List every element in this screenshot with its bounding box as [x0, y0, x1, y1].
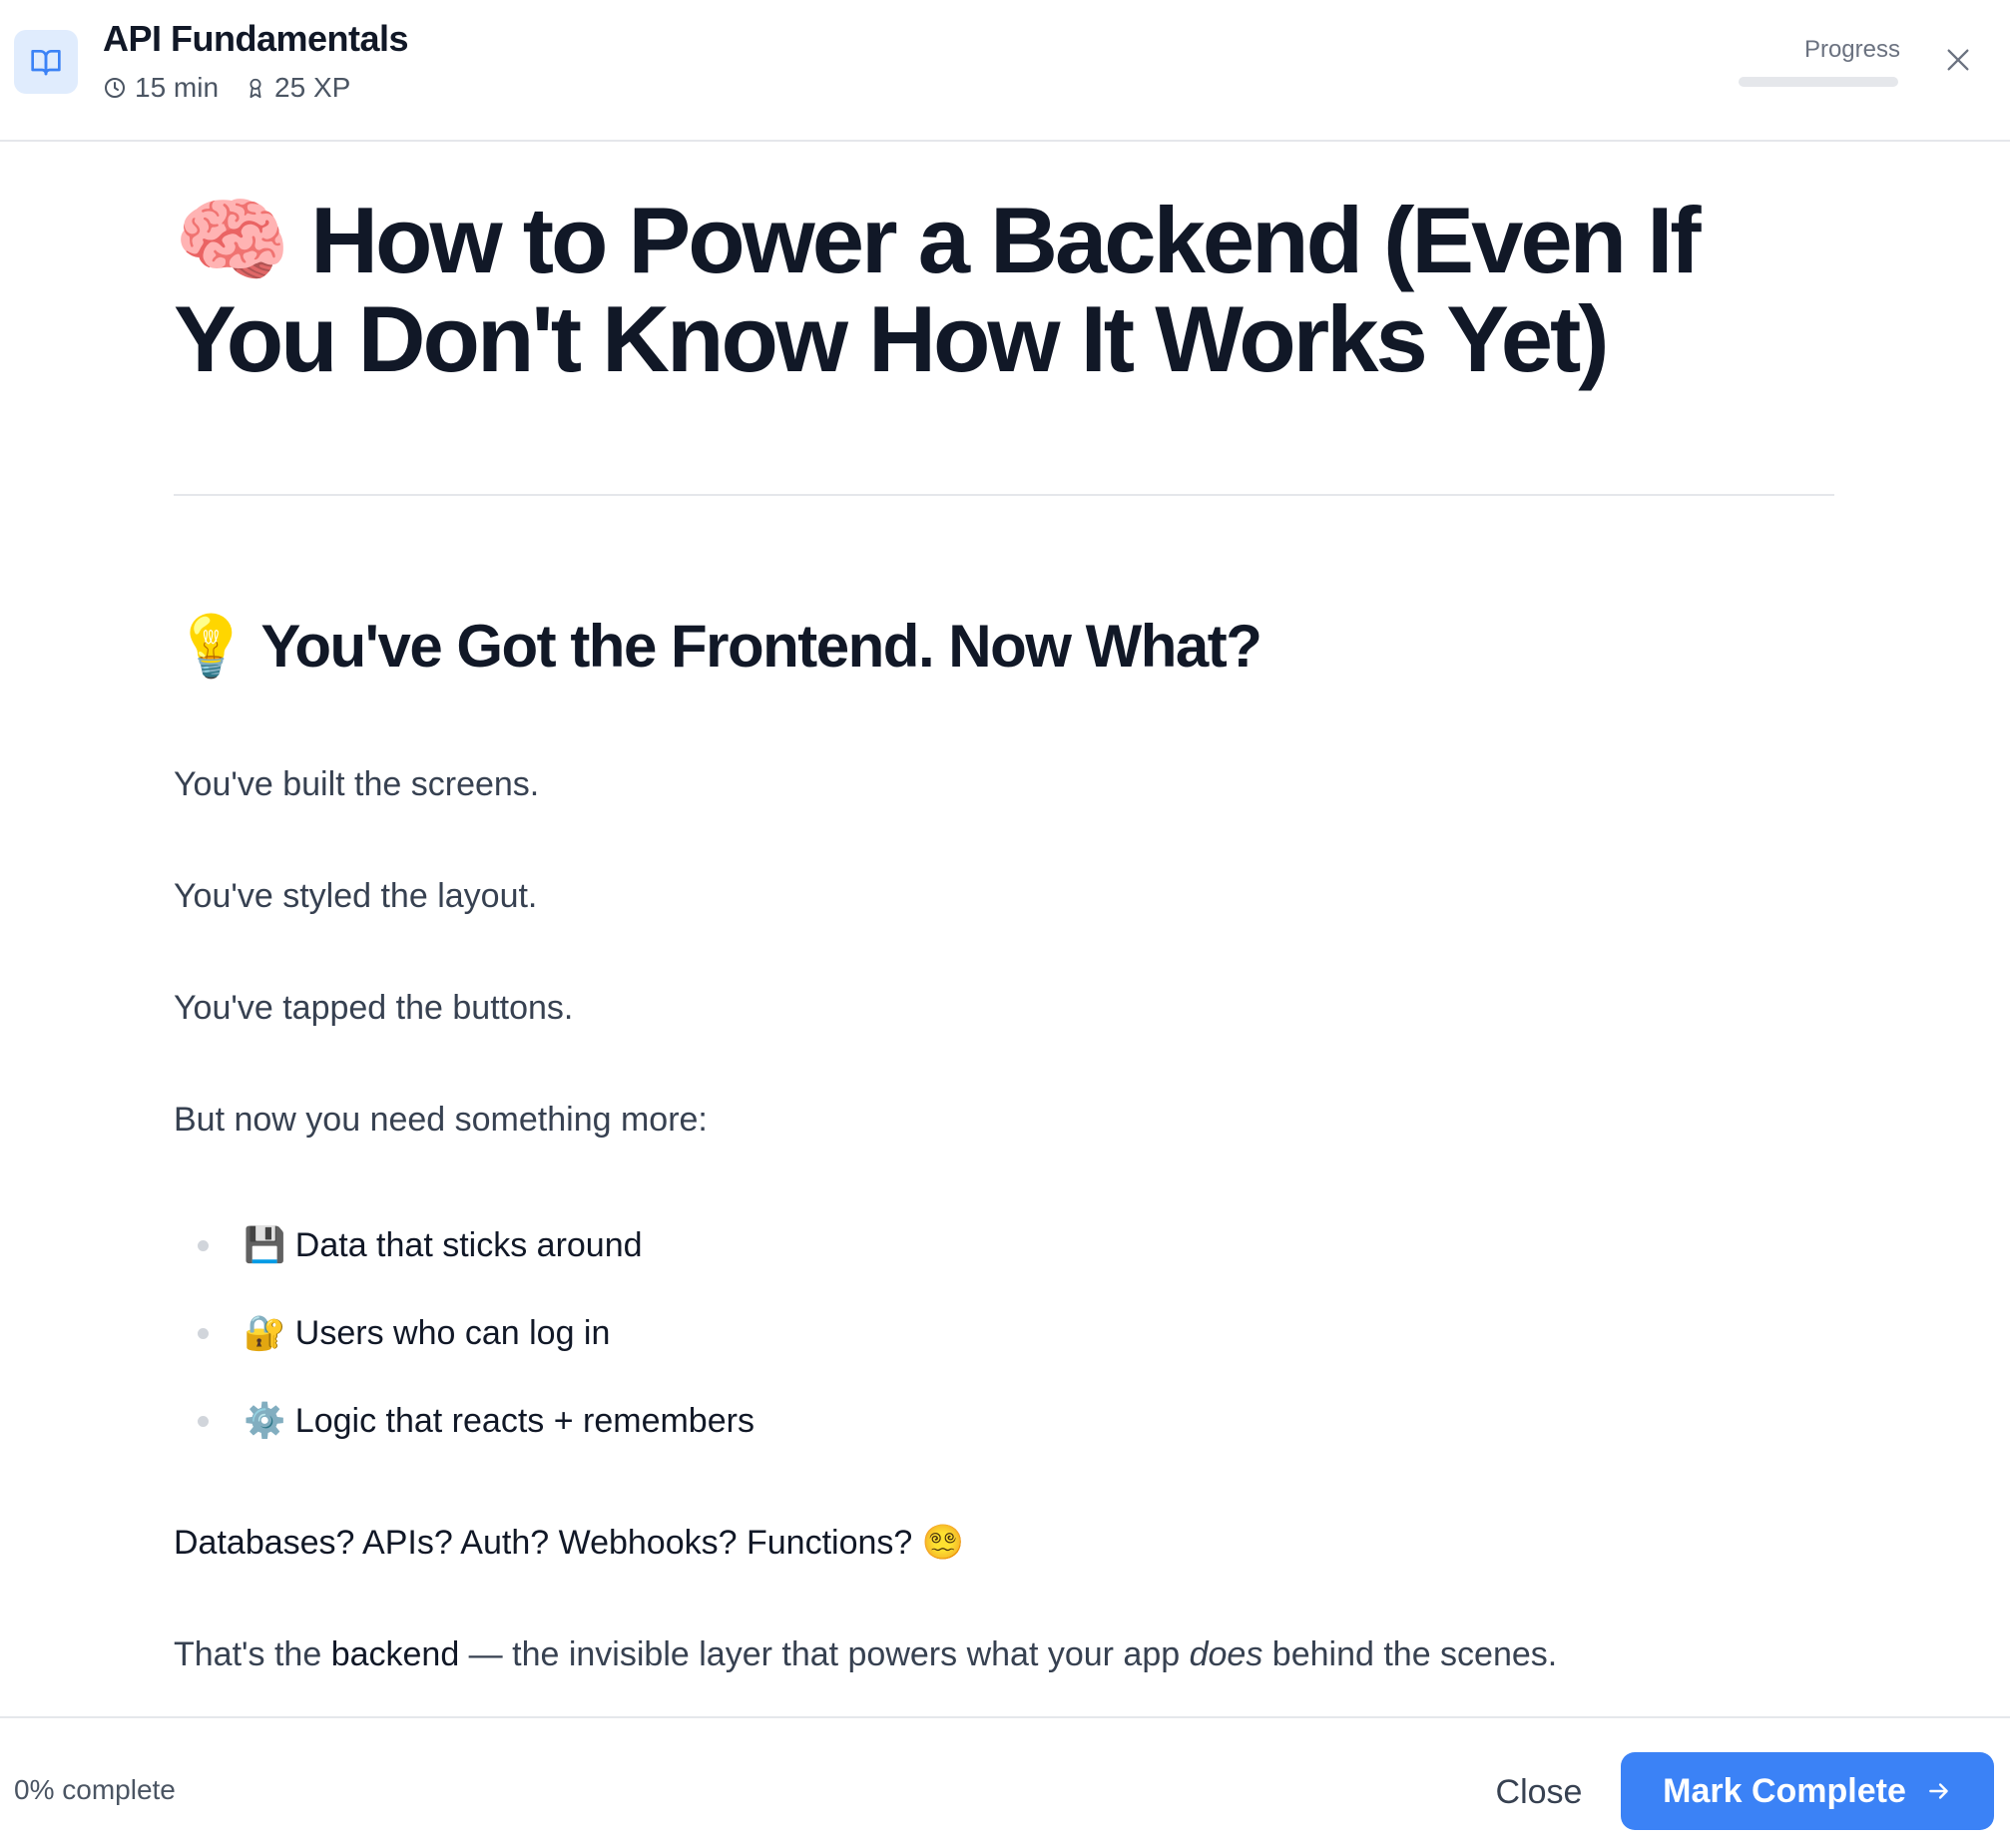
closing-text-start: That's the [174, 1635, 331, 1673]
article-title-text: How to Power a Backend (Even If You Don'… [174, 188, 1702, 391]
award-icon [250, 78, 261, 99]
closing-text-middle: — the invisible layer that powers what y… [459, 1635, 1190, 1673]
closing-text-end: behind the scenes. [1262, 1635, 1558, 1673]
paragraph: But now you need something more: [174, 1101, 708, 1139]
lightbulb-emoji: 💡 [174, 612, 249, 682]
bullet-dot [198, 1328, 209, 1339]
list-item-label: Logic that reacts + remembers [294, 1402, 754, 1440]
progress-bar [1739, 77, 1898, 87]
lock-key-emoji: 🔐 [244, 1313, 286, 1353]
brain-emoji: 🧠 [174, 187, 290, 295]
lesson-header: API Fundamentals 15 min 25 XP Progress [0, 0, 2010, 142]
xp-meta: 25 XP [245, 72, 350, 104]
close-icon [1947, 49, 1969, 71]
list-item-label: Users who can log in [294, 1314, 611, 1352]
arrow-right-icon [1929, 1783, 1948, 1799]
article-title: 🧠 How to Power a Backend (Even If You Do… [174, 192, 1836, 388]
list-item-text: 💾 Data that sticks around [244, 1223, 643, 1267]
closing-bold-term: backend [330, 1635, 460, 1673]
completion-status: 0% complete [14, 1774, 176, 1805]
lesson-meta: 15 min 25 XP [103, 72, 376, 104]
bullet-dot [198, 1416, 209, 1427]
lesson-footer: 0% complete Close Mark Complete [0, 1716, 2010, 1848]
clock-icon [105, 78, 125, 98]
questions-text: Databases? APIs? Auth? Webhooks? Functio… [174, 1524, 913, 1562]
closing-italic-term: does [1189, 1635, 1263, 1673]
close-lesson-button[interactable] [1942, 44, 1974, 76]
section-heading: 💡 You've Got the Frontend. Now What? [174, 611, 1262, 683]
title-divider [174, 494, 1834, 496]
floppy-disk-emoji: 💾 [244, 1225, 286, 1265]
list-item-text: ⚙️ Logic that reacts + remembers [244, 1399, 754, 1443]
closing-paragraph: That's the backend — the invisible layer… [174, 1632, 1557, 1676]
gear-emoji: ⚙️ [244, 1401, 286, 1441]
section-heading-text: You've Got the Frontend. Now What? [260, 613, 1262, 680]
paragraph: You've built the screens. [174, 765, 540, 803]
book-open-icon [31, 50, 61, 76]
mark-complete-label: Mark Complete [1663, 1771, 1906, 1810]
list-item-text: 🔐 Users who can log in [244, 1311, 610, 1355]
close-button[interactable]: Close [1469, 1762, 1609, 1822]
progress-label: Progress [1803, 36, 1900, 63]
duration-text: 15 min [135, 72, 220, 103]
mark-complete-button[interactable]: Mark Complete [1621, 1752, 1994, 1830]
duration-meta: 15 min [103, 72, 219, 104]
xp-text: 25 XP [274, 72, 351, 103]
dizzy-face-emoji: 😵‍💫 [921, 1523, 965, 1563]
bullet-dot [198, 1240, 209, 1251]
paragraph: You've tapped the buttons. [174, 989, 574, 1027]
lesson-title: API Fundamentals [103, 18, 409, 59]
paragraph: You've styled the layout. [174, 877, 538, 915]
questions-paragraph: Databases? APIs? Auth? Webhooks? Functio… [174, 1521, 964, 1565]
list-item-label: Data that sticks around [294, 1226, 643, 1264]
lesson-icon [14, 30, 78, 94]
